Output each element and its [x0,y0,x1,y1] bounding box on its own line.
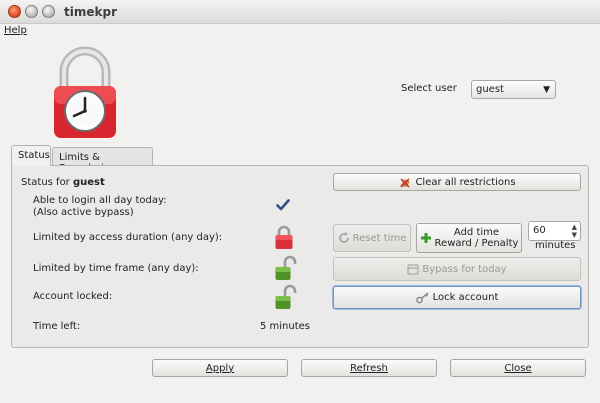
unlocked-padlock-icon [275,284,297,309]
user-select-dropdown[interactable]: guest ▼ [471,80,556,99]
chevron-down-icon: ▼ [543,85,550,95]
add-time-value: 60 [533,225,546,236]
padlock-clock-logo-icon [54,46,116,138]
spinner-arrows-icon[interactable]: ▲ ▼ [572,223,577,239]
row-time-left-label: Time left: [33,321,81,332]
menu-bar: Help [0,24,600,40]
checkmark-icon [276,199,290,211]
selected-user: guest [476,84,504,95]
plus-icon [420,233,431,243]
row-login-all-day-sublabel: (Also active bypass) [33,207,134,218]
window-maximize-button[interactable] [42,5,55,18]
clear-all-restrictions-label: Clear all restrictions [415,176,516,188]
minutes-unit-label: minutes [535,240,576,251]
add-time-label-line2: Reward / Penalty [434,238,519,249]
reset-time-label: Reset time [352,232,407,244]
title-bar: timekpr [0,0,600,24]
tab-limits-boundaries[interactable]: Limits & Boundaries [52,147,153,174]
window-minimize-button[interactable] [25,5,38,18]
status-title-prefix: Status for [21,177,73,188]
apply-label: Apply [205,362,235,374]
reset-time-button[interactable]: Reset time [333,224,411,252]
locked-padlock-icon [275,225,293,249]
key-icon [415,291,429,303]
add-time-label: Add time Reward / Penalty [435,227,519,249]
refresh-icon [338,232,349,243]
calendar-icon [407,264,419,275]
unlocked-padlock-icon [275,255,297,280]
time-left-value: 5 minutes [260,321,311,332]
close-label: Close [504,362,532,374]
row-account-locked-label: Account locked: [33,291,113,302]
close-button[interactable]: Close [450,359,586,377]
clear-all-restrictions-button[interactable]: Clear all restrictions [333,173,581,191]
row-access-duration-label: Limited by access duration (any day): [33,232,223,243]
status-title: Status for guest [21,177,105,188]
refresh-button[interactable]: Refresh [301,359,437,377]
add-time-minutes-spinner[interactable]: 60 ▲ ▼ [528,221,581,241]
row-login-all-day-label: Able to login all day today: [33,195,167,206]
window-close-button[interactable] [8,5,21,18]
add-time-button[interactable]: Add time Reward / Penalty [416,223,522,253]
refresh-label: Refresh [350,362,388,374]
row-time-frame-label: Limited by time frame (any day): [33,263,199,274]
menu-help[interactable]: Help [4,25,27,36]
bypass-for-today-button[interactable]: Bypass for today [333,257,581,281]
window-title: timekpr [64,5,117,19]
status-title-user: guest [72,177,105,188]
bypass-for-today-label: Bypass for today [422,263,507,275]
row-login-all-day: Able to login all day today: (Also activ… [33,195,167,219]
tab-status[interactable]: Status [11,145,51,166]
lock-account-button[interactable]: Lock account [333,286,581,309]
eraser-icon [400,178,411,188]
apply-button[interactable]: Apply [152,359,288,377]
lock-account-label: Lock account [432,292,499,303]
add-time-label-line1: Add time [453,227,500,238]
select-user-label: Select user [401,83,457,94]
